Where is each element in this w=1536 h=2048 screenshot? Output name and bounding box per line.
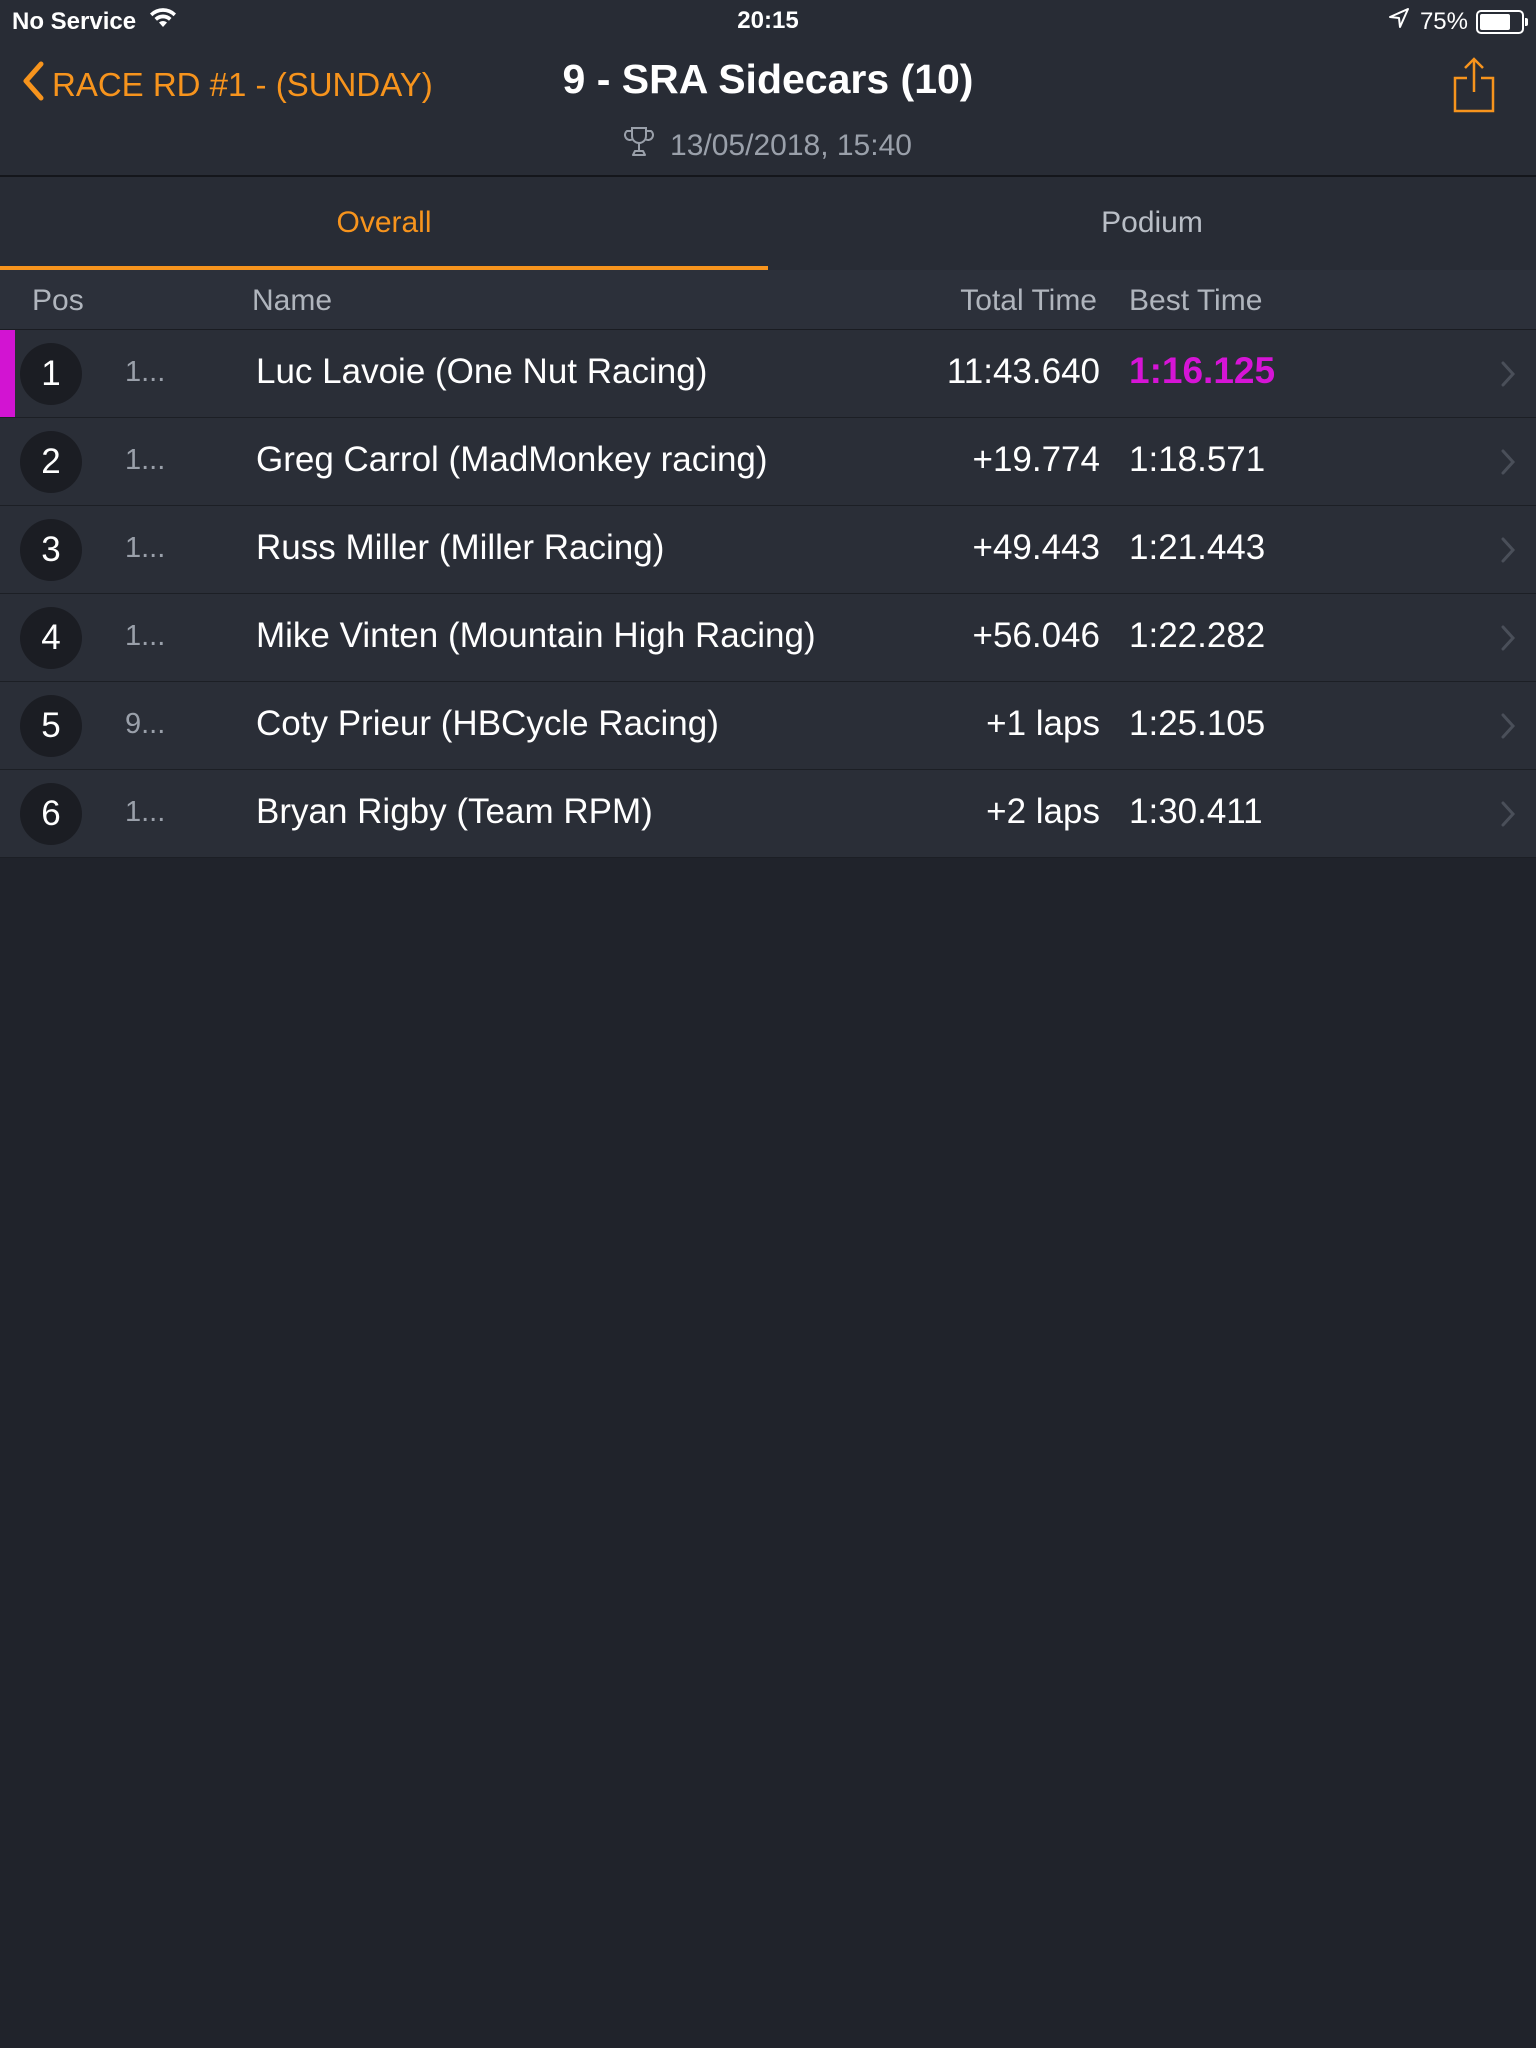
best-time: 1:30.411 — [1129, 792, 1263, 831]
tab-podium[interactable]: Podium — [768, 177, 1536, 270]
chevron-right-icon — [1500, 624, 1516, 657]
racer-number: 1... — [125, 532, 166, 564]
header-name: Name — [252, 284, 333, 317]
position-badge: 3 — [20, 519, 82, 581]
status-right: 75% — [1388, 7, 1528, 36]
chevron-right-icon — [1500, 536, 1516, 569]
racer-name: Russ Miller (Miller Racing) — [256, 528, 665, 567]
racer-name: Bryan Rigby (Team RPM) — [256, 792, 653, 831]
header-pos: Pos — [32, 284, 84, 317]
race-datetime-text: 13/05/2018, 15:40 — [670, 129, 912, 162]
racer-name: Mike Vinten (Mountain High Racing) — [256, 616, 816, 655]
table-row[interactable]: 2 1... Greg Carrol (MadMonkey racing) +1… — [0, 418, 1536, 506]
header-best-time: Best Time — [1129, 284, 1263, 317]
best-time: 1:16.125 — [1129, 350, 1276, 391]
leader-indicator — [0, 330, 15, 417]
total-time: +2 laps — [986, 792, 1100, 831]
chevron-right-icon — [1500, 448, 1516, 481]
table-row[interactable]: 5 9... Coty Prieur (HBCycle Racing) +1 l… — [0, 682, 1536, 770]
share-icon — [1452, 57, 1496, 118]
best-time: 1:18.571 — [1129, 440, 1266, 479]
position-badge: 2 — [20, 431, 82, 493]
page-title: 9 - SRA Sidecars (10) — [562, 56, 974, 102]
best-time: 1:25.105 — [1129, 704, 1266, 743]
header-total-time: Total Time — [960, 284, 1097, 317]
total-time: +49.443 — [972, 528, 1101, 567]
total-time: +56.046 — [972, 616, 1101, 655]
tab-overall[interactable]: Overall — [0, 177, 768, 270]
location-arrow-icon — [1388, 7, 1410, 36]
chevron-right-icon — [1500, 800, 1516, 833]
total-time: 11:43.640 — [946, 352, 1100, 391]
chevron-right-icon — [1500, 360, 1516, 393]
table-row[interactable]: 1 1... Luc Lavoie (One Nut Racing) 11:43… — [0, 330, 1536, 418]
racer-name: Greg Carrol (MadMonkey racing) — [256, 440, 768, 479]
racer-number: 1... — [125, 620, 166, 652]
table-row[interactable]: 4 1... Mike Vinten (Mountain High Racing… — [0, 594, 1536, 682]
position-badge: 5 — [20, 695, 82, 757]
results-list: 1 1... Luc Lavoie (One Nut Racing) 11:43… — [0, 330, 1536, 858]
battery-percent: 75% — [1419, 7, 1468, 35]
battery-icon — [1476, 9, 1528, 34]
race-datetime: 13/05/2018, 15:40 — [0, 126, 1536, 166]
total-time: +19.774 — [972, 440, 1101, 479]
trophy-icon — [624, 126, 670, 166]
position-badge: 6 — [20, 783, 82, 845]
racer-number: 9... — [125, 708, 166, 740]
position-badge: 1 — [20, 343, 82, 405]
racer-number: 1... — [125, 356, 166, 388]
nav-bar: RACE RD #1 - (SUNDAY) 9 - SRA Sidecars (… — [0, 42, 1536, 177]
share-button[interactable] — [1452, 56, 1496, 119]
chevron-right-icon — [1500, 712, 1516, 745]
battery-fill — [1480, 13, 1510, 30]
table-row[interactable]: 6 1... Bryan Rigby (Team RPM) +2 laps 1:… — [0, 770, 1536, 858]
segmented-tabs: Overall Podium — [0, 177, 1536, 270]
best-time: 1:21.443 — [1129, 528, 1266, 567]
best-time: 1:22.282 — [1129, 616, 1266, 655]
status-time: 20:15 — [737, 7, 799, 34]
racer-name: Luc Lavoie (One Nut Racing) — [256, 352, 708, 391]
position-badge: 4 — [20, 607, 82, 669]
status-bar: No Service 20:15 75% — [0, 0, 1536, 42]
table-row[interactable]: 3 1... Russ Miller (Miller Racing) +49.4… — [0, 506, 1536, 594]
racer-number: 1... — [125, 444, 166, 476]
total-time: +1 laps — [986, 704, 1100, 743]
racer-number: 1... — [125, 796, 166, 828]
results-table-header: Pos Name Total Time Best Time — [0, 270, 1536, 330]
racer-name: Coty Prieur (HBCycle Racing) — [256, 704, 719, 743]
